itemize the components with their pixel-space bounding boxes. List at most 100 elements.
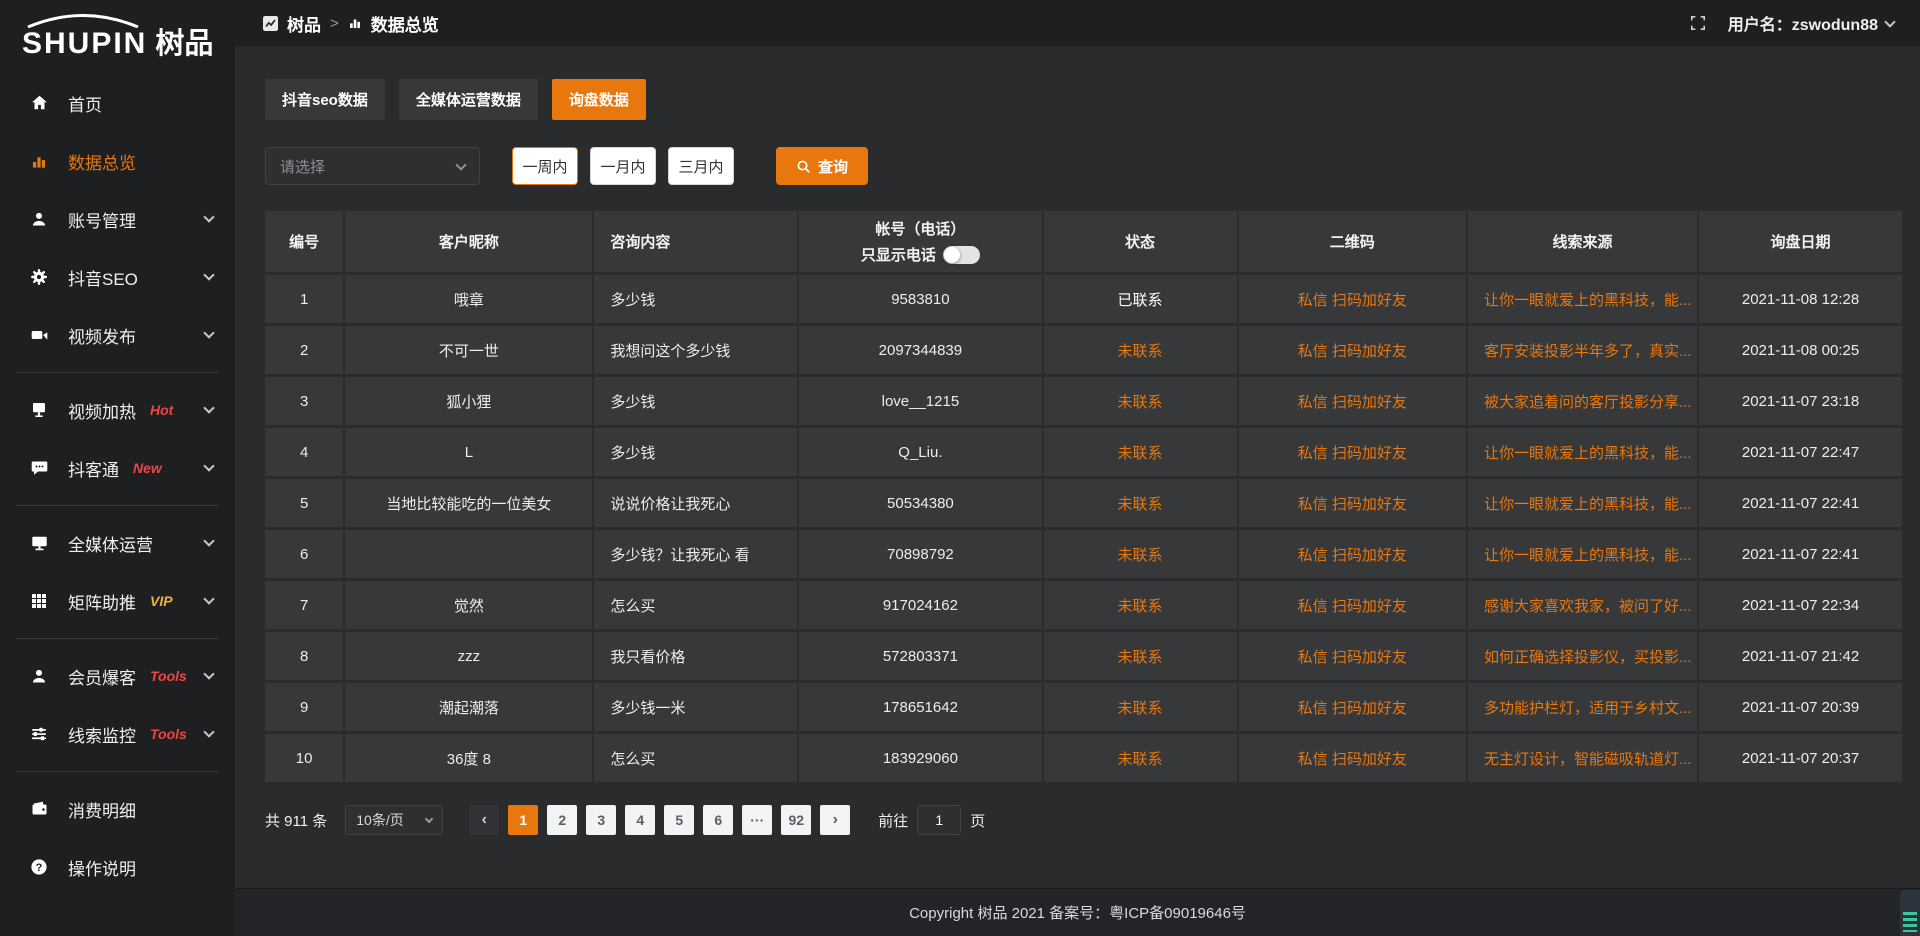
bar-chart-icon bbox=[348, 16, 362, 30]
fullscreen-icon[interactable] bbox=[1690, 15, 1706, 31]
chevron-down-icon bbox=[203, 460, 214, 471]
cell-qrcode-link[interactable]: 私信 扫码加好友 bbox=[1239, 326, 1468, 377]
username-label: 用户名：zswodun88 bbox=[1728, 11, 1878, 35]
toggle-knob bbox=[944, 247, 960, 263]
cell-qrcode-link[interactable]: 私信 扫码加好友 bbox=[1239, 581, 1468, 632]
sidebar-item-lead-monitor[interactable]: 线索监控 Tools bbox=[0, 705, 235, 763]
tools-badge: Tools bbox=[150, 726, 187, 742]
cell-source-link[interactable]: 客厅安装投影半年多了，真实... bbox=[1468, 326, 1699, 377]
user-menu[interactable]: 用户名：zswodun88 bbox=[1728, 11, 1894, 35]
period-quarter-button[interactable]: 三月内 bbox=[668, 147, 734, 185]
tab-inquiry-data[interactable]: 询盘数据 bbox=[552, 79, 646, 120]
sidebar-divider bbox=[16, 638, 219, 639]
cell-qrcode-link[interactable]: 私信 扫码加好友 bbox=[1239, 530, 1468, 581]
sidebar-item-label: 矩阵助推 bbox=[68, 589, 136, 614]
sidebar-item-home[interactable]: 首页 bbox=[0, 74, 235, 132]
svg-text:?: ? bbox=[36, 862, 43, 874]
tab-omnimedia-data[interactable]: 全媒体运营数据 bbox=[399, 79, 538, 120]
cell-id: 4 bbox=[265, 428, 345, 479]
cell-source-link[interactable]: 多功能护栏灯，适用于乡村文... bbox=[1468, 683, 1699, 734]
period-week-button[interactable]: 一周内 bbox=[512, 147, 578, 185]
filter-row: 请选择 一周内 一月内 三月内 查询 bbox=[265, 147, 1904, 185]
cell-source-link[interactable]: 无主灯设计，智能磁吸轨道灯... bbox=[1468, 734, 1699, 785]
cell-source-link[interactable]: 让你一眼就爱上的黑科技，能... bbox=[1468, 275, 1699, 326]
page-button-4[interactable]: 4 bbox=[625, 805, 655, 835]
cell-qrcode-link[interactable]: 私信 扫码加好友 bbox=[1239, 377, 1468, 428]
cell-id: 3 bbox=[265, 377, 345, 428]
sidebar-item-douketong[interactable]: 抖客通 New bbox=[0, 439, 235, 497]
filter-select[interactable]: 请选择 bbox=[265, 147, 480, 185]
sidebar-item-label: 操作说明 bbox=[68, 855, 136, 880]
cell-qrcode-link[interactable]: 私信 扫码加好友 bbox=[1239, 683, 1468, 734]
screen-icon bbox=[30, 401, 52, 419]
cell-source-link[interactable]: 被大家追着问的客厅投影分享... bbox=[1468, 377, 1699, 428]
vip-badge: VIP bbox=[150, 593, 173, 609]
cell-content: 多少钱一米 bbox=[594, 683, 799, 734]
sidebar-item-account[interactable]: 账号管理 bbox=[0, 190, 235, 248]
tab-douyin-seo-data[interactable]: 抖音seo数据 bbox=[265, 79, 385, 120]
phone-only-label: 只显示电话 bbox=[861, 244, 936, 265]
sidebar-item-data-overview[interactable]: 数据总览 bbox=[0, 132, 235, 190]
sidebar-item-help[interactable]: ? 操作说明 bbox=[0, 838, 235, 896]
cell-nickname: 当地比较能吃的一位美女 bbox=[345, 479, 594, 530]
chevron-down-icon bbox=[203, 269, 214, 280]
page-button-2[interactable]: 2 bbox=[547, 805, 577, 835]
cell-account: 70898792 bbox=[799, 530, 1043, 581]
cell-qrcode-link[interactable]: 私信 扫码加好友 bbox=[1239, 275, 1468, 326]
period-month-button[interactable]: 一月内 bbox=[590, 147, 656, 185]
breadcrumb-root[interactable]: 树品 bbox=[287, 11, 321, 36]
cell-source-link[interactable]: 让你一眼就爱上的黑科技，能... bbox=[1468, 428, 1699, 479]
col-header-nickname: 客户昵称 bbox=[345, 211, 594, 275]
query-button[interactable]: 查询 bbox=[776, 147, 868, 185]
goto-label: 前往 bbox=[878, 810, 908, 831]
cell-content: 我想问这个多少钱 bbox=[594, 326, 799, 377]
cell-account: 572803371 bbox=[799, 632, 1043, 683]
bar-chart-icon bbox=[30, 152, 52, 170]
filter-select-placeholder: 请选择 bbox=[280, 156, 325, 177]
sidebar-item-spend-detail[interactable]: 消费明细 bbox=[0, 780, 235, 838]
page-button-92[interactable]: 92 bbox=[781, 805, 811, 835]
next-page-button[interactable]: › bbox=[820, 805, 850, 835]
page-button-1[interactable]: 1 bbox=[508, 805, 538, 835]
cell-status: 未联系 bbox=[1044, 479, 1239, 530]
sidebar-item-member-burst[interactable]: 会员爆客 Tools bbox=[0, 647, 235, 705]
table-row: 9 潮起潮落 多少钱一米 178651642 未联系 私信 扫码加好友 多功能护… bbox=[265, 683, 1904, 734]
cell-qrcode-link[interactable]: 私信 扫码加好友 bbox=[1239, 428, 1468, 479]
cell-date: 2021-11-07 20:39 bbox=[1699, 683, 1904, 734]
grid-icon bbox=[30, 592, 52, 610]
sidebar-item-matrix-boost[interactable]: 矩阵助推 VIP bbox=[0, 572, 235, 630]
cell-account: 183929060 bbox=[799, 734, 1043, 785]
sidebar-item-video-publish[interactable]: 视频发布 bbox=[0, 306, 235, 364]
page-button-3[interactable]: 3 bbox=[586, 805, 616, 835]
page-button-5[interactable]: 5 bbox=[664, 805, 694, 835]
cell-source-link[interactable]: 感谢大家喜欢我家，被问了好... bbox=[1468, 581, 1699, 632]
cell-date: 2021-11-07 21:42 bbox=[1699, 632, 1904, 683]
cell-status: 未联系 bbox=[1044, 683, 1239, 734]
sidebar-item-omnimedia[interactable]: 全媒体运营 bbox=[0, 514, 235, 572]
prev-page-button[interactable]: ‹ bbox=[469, 805, 499, 835]
doc-chart-icon bbox=[263, 16, 278, 31]
page-size-select[interactable]: 10条/页 bbox=[345, 805, 443, 835]
cell-qrcode-link[interactable]: 私信 扫码加好友 bbox=[1239, 734, 1468, 785]
goto-page-input[interactable] bbox=[917, 805, 961, 835]
sidebar-item-video-heat[interactable]: 视频加热 Hot bbox=[0, 381, 235, 439]
cell-qrcode-link[interactable]: 私信 扫码加好友 bbox=[1239, 632, 1468, 683]
chevron-down-icon bbox=[203, 726, 214, 737]
page-button-6[interactable]: 6 bbox=[703, 805, 733, 835]
phone-only-toggle[interactable] bbox=[943, 246, 980, 264]
sidebar: SHUPIN树品 首页 数据总览 账号管理 bbox=[0, 0, 235, 936]
cell-source-link[interactable]: 让你一眼就爱上的黑科技，能... bbox=[1468, 530, 1699, 581]
cell-account: 2097344839 bbox=[799, 326, 1043, 377]
table-row: 6 多少钱？让我死心 看 70898792 未联系 私信 扫码加好友 让你一眼就… bbox=[265, 530, 1904, 581]
cell-source-link[interactable]: 如何正确选择投影仪，买投影... bbox=[1468, 632, 1699, 683]
cell-source-link[interactable]: 让你一眼就爱上的黑科技，能... bbox=[1468, 479, 1699, 530]
sidebar-item-douyin-seo[interactable]: 抖音SEO bbox=[0, 248, 235, 306]
cell-account: 50534380 bbox=[799, 479, 1043, 530]
cell-qrcode-link[interactable]: 私信 扫码加好友 bbox=[1239, 479, 1468, 530]
sidebar-item-label: 数据总览 bbox=[68, 149, 136, 174]
cell-content: 怎么买 bbox=[594, 734, 799, 785]
cell-nickname: 36度 8 bbox=[345, 734, 594, 785]
page-ellipsis-button[interactable]: ··· bbox=[742, 805, 772, 835]
cell-content: 多少钱 bbox=[594, 275, 799, 326]
question-circle-icon: ? bbox=[30, 858, 52, 876]
